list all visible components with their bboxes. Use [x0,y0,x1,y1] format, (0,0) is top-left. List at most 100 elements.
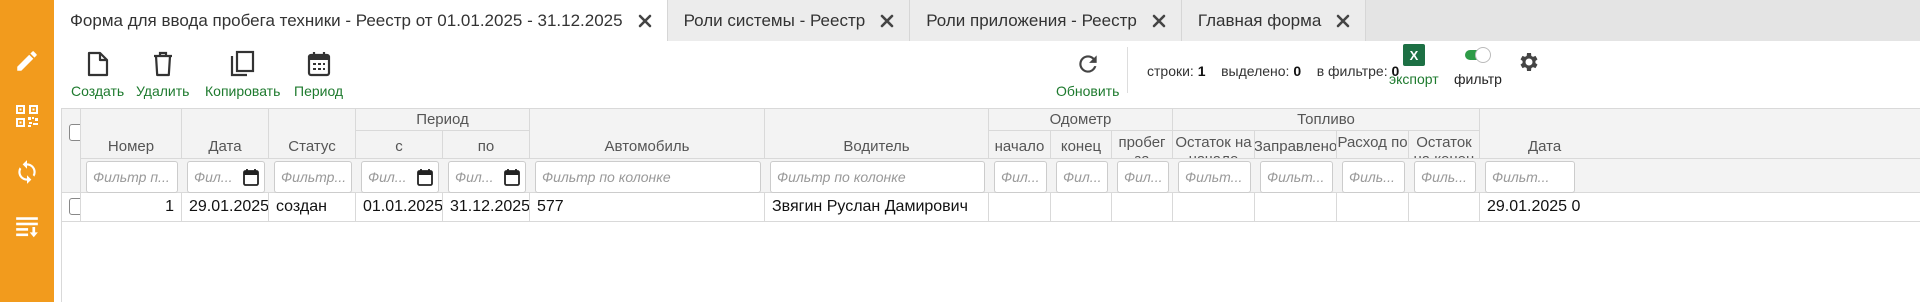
col-header-fuel-start[interactable]: Остаток на начало [1173,131,1255,159]
cell-fuel-end[interactable] [1409,193,1480,222]
divider [1127,47,1128,93]
export-label: экспорт [1389,71,1439,87]
col-label: Дата [1528,138,1562,155]
cell-driver[interactable]: Звягин Руслан Дамирович [765,193,989,222]
col-header-date[interactable]: Дата [182,109,269,159]
cell-mileage[interactable] [1112,193,1173,222]
col-header-to[interactable]: по [443,131,530,159]
filter-odo-end-input[interactable]: Фил... [1056,161,1108,193]
cell-odo-end[interactable] [1051,193,1112,222]
col-header-driver[interactable]: Водитель [765,109,989,159]
filter-placeholder: Фильтр... [281,169,347,185]
cell-status[interactable]: создан [269,193,356,222]
group-header-odometer: Одометр [989,109,1173,131]
col-label: Автомобиль [604,138,690,155]
calendar-icon[interactable] [417,168,433,186]
filter-status-input[interactable]: Фильтр... [274,161,352,193]
qr-code-button[interactable] [0,89,54,143]
cell-fuel-start[interactable] [1173,193,1255,222]
cell-fuel-filled[interactable] [1255,193,1337,222]
filter-car-input[interactable]: Фильтр по колонке [535,161,761,193]
tab-system-roles[interactable]: Роли системы - Реестр [667,0,911,41]
filter-number-input[interactable]: Фильтр п... [86,161,178,193]
col-label: Водитель [843,138,910,155]
settings-button[interactable] [1514,47,1544,77]
col-header-fuel-usage[interactable]: Расход по [1337,131,1409,159]
period-button[interactable]: Период [294,49,343,99]
close-icon[interactable] [879,13,895,29]
col-label: Остаток на конец [1413,134,1474,158]
cell-car[interactable]: 577 [530,193,765,222]
data-grid: Номер Дата Статус Период с по Автомобиль… [61,108,1920,302]
toggle-switch-icon [1463,41,1493,69]
refresh-icon [1073,49,1103,79]
row-checkbox[interactable] [69,198,80,215]
cell-date[interactable]: 29.01.2025 [182,193,269,222]
sync-button[interactable] [0,145,54,199]
group-label: Одометр [1049,111,1112,128]
create-label: Создать [71,83,125,99]
col-header-odo-start[interactable]: начало [989,131,1051,159]
calendar-icon[interactable] [504,168,520,186]
tab-app-roles[interactable]: Роли приложения - Реестр [910,0,1182,41]
col-header-fuel-end[interactable]: Остаток на конец [1409,131,1480,159]
rows-label: строки: [1147,63,1194,79]
export-button[interactable]: X экспорт [1389,41,1439,87]
cell-from[interactable]: 01.01.2025 [356,193,443,222]
col-label: Статус [288,138,336,155]
filter-placeholder: Фильтр по колонке [542,169,671,185]
col-header-from[interactable]: с [356,131,443,159]
filter-placeholder: Фильт... [1185,169,1243,185]
filter-placeholder: Фил... [455,169,494,185]
col-label: по [477,138,495,155]
tab-main-form[interactable]: Главная форма [1181,0,1367,41]
filter-from-input[interactable]: Фил... [361,161,439,193]
filter-placeholder: Фил... [1001,169,1040,185]
filter-date-input[interactable]: Фил... [187,161,265,193]
edit-button[interactable] [0,34,54,88]
close-icon[interactable] [637,13,653,29]
close-icon[interactable] [1335,13,1351,29]
cell-to[interactable]: 31.12.2025 [443,193,530,222]
col-header-date2[interactable]: Дата [1480,109,1920,159]
col-header-fuel-filled[interactable]: Заправлено [1255,131,1337,159]
cell-number[interactable]: 1 [81,193,182,222]
filter-mileage-input[interactable]: Фил... [1117,161,1169,193]
col-label: Расход по [1337,134,1408,151]
tab-mileage-form[interactable]: Форма для ввода пробега техники - Реестр… [54,0,668,41]
col-header-odo-end[interactable]: конец [1051,131,1112,159]
col-header-number[interactable]: Номер [81,109,182,159]
filter-driver-input[interactable]: Фильтр по колонке [770,161,985,193]
col-header-mileage[interactable]: пробег за [1112,131,1173,159]
excel-icon: X [1399,41,1429,69]
select-all-checkbox[interactable] [69,124,80,141]
cell-fuel-usage[interactable] [1337,193,1409,222]
col-header-status[interactable]: Статус [269,109,356,159]
filter-placeholder: Фил... [1063,169,1102,185]
copy-label: Копировать [205,83,281,99]
filter-odo-start-input[interactable]: Фил... [994,161,1047,193]
refresh-button[interactable]: Обновить [1056,49,1119,99]
filter-fuel-usage-input[interactable]: Филь... [1342,161,1405,193]
cell-date2[interactable]: 29.01.2025 0 [1480,193,1920,222]
tab-label: Роли системы - Реестр [683,10,866,30]
filter-toggle[interactable]: фильтр [1454,41,1502,87]
filter-to-input[interactable]: Фил... [448,161,526,193]
group-label: Топливо [1297,111,1355,128]
filtered-label: в фильтре: [1316,63,1388,79]
cell-odo-start[interactable] [989,193,1051,222]
table-row-select [62,193,81,222]
close-icon[interactable] [1151,13,1167,29]
copy-button[interactable]: Копировать [205,49,280,99]
filter-date2-input[interactable]: Фильт... [1485,161,1575,193]
filter-placeholder: Фильтр по колонке [777,169,906,185]
calendar-icon[interactable] [243,168,259,186]
list-download-button[interactable] [0,200,54,254]
filter-fuel-start-input[interactable]: Фильт... [1178,161,1251,193]
filter-placeholder: Филь... [1349,169,1395,185]
filter-fuel-filled-input[interactable]: Фильт... [1260,161,1333,193]
create-button[interactable]: Создать [71,49,124,99]
col-header-car[interactable]: Автомобиль [530,109,765,159]
delete-button[interactable]: Удалить [136,49,189,99]
filter-fuel-end-input[interactable]: Филь... [1414,161,1476,193]
